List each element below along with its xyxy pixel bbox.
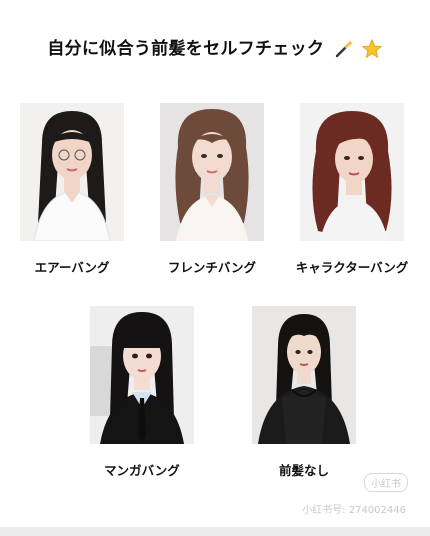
bottom-bar [0,527,430,536]
style-card-air-bang[interactable]: エアーバング [20,103,124,275]
style-card-french-bang[interactable]: フレンチバング [160,103,264,275]
style-label: エアーバング [34,260,110,275]
watermark-id: 小红书号: 274002446 [302,505,406,516]
portrait-photo-french-bang [160,103,264,241]
portrait-photo-character-bang [300,103,404,241]
page: 自分に似合う前髪をセルフチェック エアーバング フレンチバング キャラクターバン… [0,0,430,536]
page-title: 自分に似合う前髪をセルフチェック [47,39,325,59]
style-label: マンガバング [104,463,180,478]
star-icon [361,38,382,59]
style-card-character-bang[interactable]: キャラクターバング [296,103,408,275]
portrait-photo-air-bang [20,103,124,241]
magic-wand-icon [336,40,354,58]
portrait-photo-manga-bang [90,306,194,444]
style-card-no-bang[interactable]: 前髪なし [252,306,356,478]
style-label: フレンチバング [167,260,257,275]
portrait-photo-no-bang [252,306,356,444]
style-label: キャラクターバング [295,260,409,275]
title-row: 自分に似合う前髪をセルフチェック [0,34,430,60]
style-label: 前髪なし [278,463,329,478]
style-card-manga-bang[interactable]: マンガバング [90,306,194,478]
title-icons [334,38,382,60]
watermark-badge: 小红书 [364,473,408,492]
